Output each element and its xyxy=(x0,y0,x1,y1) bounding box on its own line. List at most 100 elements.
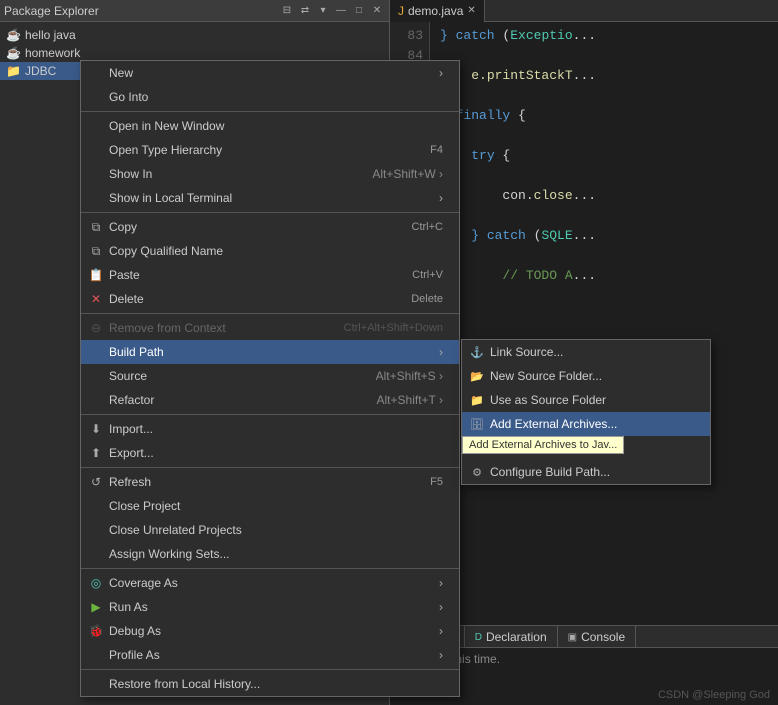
code-line-finally: } finally { xyxy=(440,106,778,126)
submenu-new-source-folder[interactable]: 📂 New Source Folder... xyxy=(462,364,710,388)
menu-label-restore-local-history: Restore from Local History... xyxy=(109,677,260,691)
menu-item-run-as[interactable]: ▶ Run As › xyxy=(81,595,459,619)
code-lines[interactable]: } catch (Exceptio... e.printStackT... } … xyxy=(430,22,778,286)
code-line-catch-sql: } catch (SQLE... xyxy=(440,226,778,246)
menu-item-copy-qualified[interactable]: ⧉ Copy Qualified Name xyxy=(81,239,459,263)
menu-item-remove-context[interactable]: ⊖ Remove from Context Ctrl+Alt+Shift+Dow… xyxy=(81,316,459,340)
arrow-icon-run: › xyxy=(439,600,443,614)
code-line-todo: // TODO A... xyxy=(440,266,778,286)
collapse-all-icon[interactable]: ⊟ xyxy=(279,3,295,19)
java-file-icon: J xyxy=(398,4,404,18)
menu-label-copy-qualified: Copy Qualified Name xyxy=(109,244,223,258)
code-line-blank2 xyxy=(440,126,778,146)
code-line-blank3 xyxy=(440,166,778,186)
tab-label-declaration: Declaration xyxy=(486,630,547,644)
arrow-icon-build-path: › xyxy=(439,345,443,359)
coverage-icon: ◎ xyxy=(87,576,105,590)
tab-declaration[interactable]: D Declaration xyxy=(465,626,558,648)
tree-item-hello-java[interactable]: ☕ hello java xyxy=(0,26,389,44)
menu-item-copy[interactable]: ⧉ Copy Ctrl+C xyxy=(81,215,459,239)
submenu-configure-build-path[interactable]: ⚙ Configure Build Path... xyxy=(462,460,710,484)
arrow-icon-profile: › xyxy=(439,648,443,662)
shortcut-remove-context: Ctrl+Alt+Shift+Down xyxy=(344,322,443,334)
maximize-icon[interactable]: □ xyxy=(351,3,367,19)
submenu-use-source-folder[interactable]: 📁 Use as Source Folder xyxy=(462,388,710,412)
separator-6 xyxy=(81,568,459,569)
java-project-icon: ☕ xyxy=(6,28,21,42)
menu-item-export[interactable]: ⬆ Export... xyxy=(81,441,459,465)
separator-3 xyxy=(81,313,459,314)
arrow-icon-local-terminal: › xyxy=(439,191,443,205)
minimize-icon[interactable]: — xyxy=(333,3,349,19)
menu-item-profile-as[interactable]: Profile As › xyxy=(81,643,459,667)
submenu-label-link-source: Link Source... xyxy=(490,345,563,359)
add-external-archives-icon: 🗄 xyxy=(468,418,486,431)
menu-item-open-type-hierarchy[interactable]: Open Type Hierarchy F4 xyxy=(81,138,459,162)
menu-item-import[interactable]: ⬇ Import... xyxy=(81,417,459,441)
menu-item-open-new-window[interactable]: Open in New Window xyxy=(81,114,459,138)
separator-7 xyxy=(81,669,459,670)
menu-item-new[interactable]: New › xyxy=(81,61,459,85)
menu-label-go-into: Go Into xyxy=(109,90,148,104)
arrow-icon-coverage: › xyxy=(439,576,443,590)
configure-build-path-icon: ⚙ xyxy=(468,466,486,479)
menu-item-assign-working-sets[interactable]: Assign Working Sets... xyxy=(81,542,459,566)
menu-label-refactor: Refactor xyxy=(109,393,154,407)
menu-item-debug-as[interactable]: 🐞 Debug As › xyxy=(81,619,459,643)
console-tab-icon: ▣ xyxy=(568,632,577,643)
menu-item-restore-local-history[interactable]: Restore from Local History... xyxy=(81,672,459,696)
menu-item-delete[interactable]: ✕ Delete Delete xyxy=(81,287,459,311)
menu-item-refresh[interactable]: ↺ Refresh F5 xyxy=(81,470,459,494)
menu-item-paste[interactable]: 📋 Paste Ctrl+V xyxy=(81,263,459,287)
menu-label-copy: Copy xyxy=(109,220,137,234)
editor-tab-demo-java[interactable]: J demo.java ✕ xyxy=(390,0,485,22)
code-line-blank4 xyxy=(440,206,778,226)
menu-label-profile-as: Profile As xyxy=(109,648,160,662)
menu-label-refresh: Refresh xyxy=(109,475,151,489)
shortcut-delete: Delete xyxy=(411,293,443,305)
separator-5 xyxy=(81,467,459,468)
code-line-83: } catch (Exceptio... xyxy=(440,26,778,46)
arrow-icon-source: Alt+Shift+S › xyxy=(376,369,443,383)
add-external-archives-tooltip: Add External Archives to Jav... xyxy=(462,436,624,454)
panel-header: Package Explorer ⊟ ⇄ ▾ — □ ✕ xyxy=(0,0,389,22)
tab-label-console: Console xyxy=(581,630,625,644)
folder-icon: 📁 xyxy=(6,64,21,78)
menu-item-close-project[interactable]: Close Project xyxy=(81,494,459,518)
menu-item-refactor[interactable]: Refactor Alt+Shift+T › xyxy=(81,388,459,412)
menu-label-close-unrelated: Close Unrelated Projects xyxy=(109,523,242,537)
arrow-icon-new: › xyxy=(439,66,443,80)
submenu-add-external-archives[interactable]: 🗄 Add External Archives... Add External … xyxy=(462,412,710,436)
menu-item-show-in[interactable]: Show In Alt+Shift+W › xyxy=(81,162,459,186)
menu-item-source[interactable]: Source Alt+Shift+S › xyxy=(81,364,459,388)
view-menu-icon[interactable]: ▾ xyxy=(315,3,331,19)
menu-label-new: New xyxy=(109,66,133,80)
arrow-icon-debug: › xyxy=(439,624,443,638)
context-menu: New › Go Into Open in New Window Open Ty… xyxy=(80,60,460,697)
menu-item-coverage-as[interactable]: ◎ Coverage As › xyxy=(81,571,459,595)
arrow-icon-refactor: Alt+Shift+T › xyxy=(377,393,443,407)
menu-item-close-unrelated[interactable]: Close Unrelated Projects xyxy=(81,518,459,542)
close-panel-icon[interactable]: ✕ xyxy=(369,3,385,19)
menu-label-build-path: Build Path xyxy=(109,345,164,359)
menu-label-assign-working-sets: Assign Working Sets... xyxy=(109,547,230,561)
shortcut-paste: Ctrl+V xyxy=(412,269,443,281)
code-line-con-close: con.close... xyxy=(440,186,778,206)
export-icon: ⬆ xyxy=(87,446,105,460)
menu-label-coverage-as: Coverage As xyxy=(109,576,178,590)
refresh-icon: ↺ xyxy=(87,475,105,489)
menu-label-source: Source xyxy=(109,369,147,383)
tab-console[interactable]: ▣ Console xyxy=(558,626,636,648)
menu-item-go-into[interactable]: Go Into xyxy=(81,85,459,109)
import-icon: ⬇ xyxy=(87,422,105,436)
delete-icon: ✕ xyxy=(87,292,105,306)
submenu-link-source[interactable]: ⚓ Link Source... xyxy=(462,340,710,364)
code-line-85: e.printStackT... xyxy=(440,66,778,86)
menu-item-show-local-terminal[interactable]: Show in Local Terminal › xyxy=(81,186,459,210)
menu-item-build-path[interactable]: Build Path › ⚓ Link Source... 📂 New Sour… xyxy=(81,340,459,364)
close-tab-icon[interactable]: ✕ xyxy=(467,5,475,16)
menu-label-paste: Paste xyxy=(109,268,140,282)
menu-label-show-local-terminal: Show in Local Terminal xyxy=(109,191,232,205)
link-with-editor-icon[interactable]: ⇄ xyxy=(297,3,313,19)
submenu-label-add-external-archives: Add External Archives... xyxy=(490,417,617,431)
